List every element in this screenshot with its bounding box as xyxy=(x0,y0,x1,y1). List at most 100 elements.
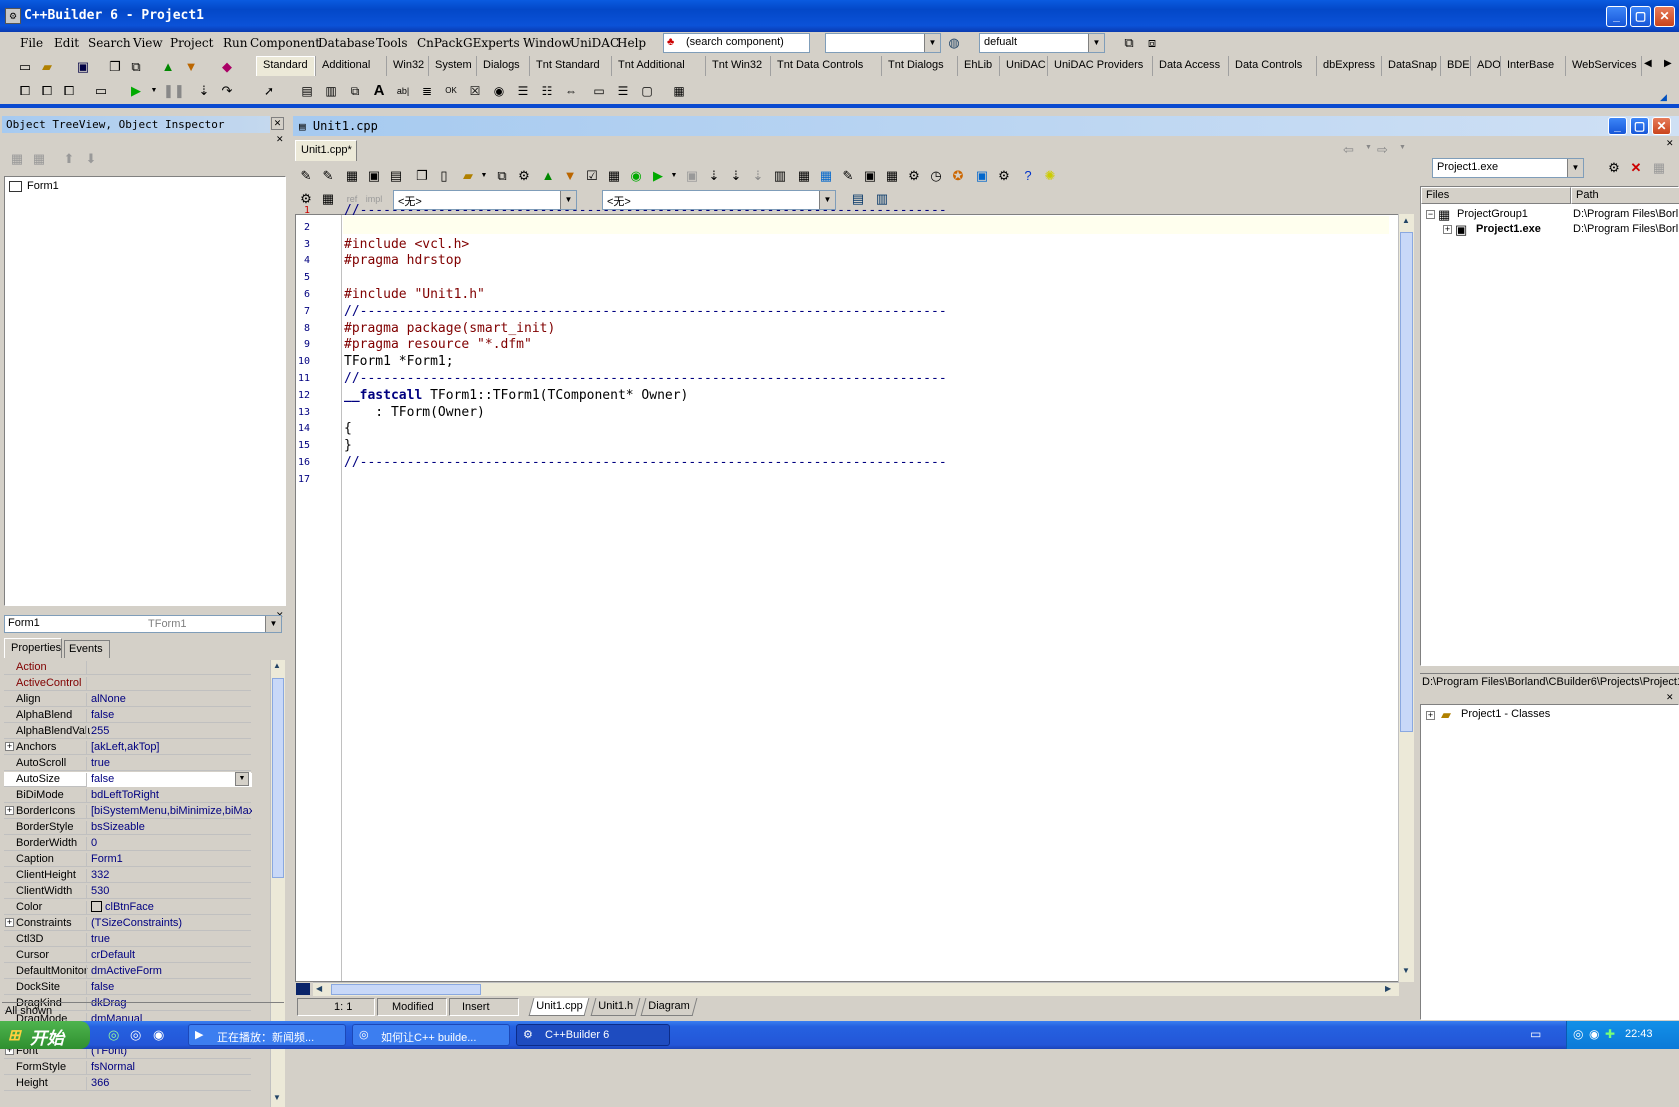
property-value[interactable]: fsNormal xyxy=(86,1061,252,1075)
delete-item-icon[interactable]: ▦ xyxy=(30,150,48,168)
set-debug-desktop-icon[interactable]: ⧈ xyxy=(1143,34,1161,52)
cnpack-icon-18[interactable]: ⇣ xyxy=(749,167,767,185)
property-value[interactable]: 530 xyxy=(86,885,252,899)
palette-tab-tnt-standard[interactable]: Tnt Standard xyxy=(529,56,606,76)
code-line[interactable]: //--------------------------------------… xyxy=(344,203,947,221)
palette-tab-dbexpress[interactable]: dbExpress xyxy=(1316,56,1381,76)
tab-properties[interactable]: Properties xyxy=(4,638,62,658)
property-value[interactable]: false xyxy=(86,709,252,723)
menu-component[interactable]: Component xyxy=(250,36,320,50)
class-list-icon[interactable]: ▦ xyxy=(319,190,337,208)
cnpack-icon-4[interactable]: ▣ xyxy=(365,167,383,185)
menu-database[interactable]: Database xyxy=(318,36,375,50)
combobox-icon[interactable]: ☷ xyxy=(536,79,558,101)
property-row[interactable]: DockSite false xyxy=(4,980,251,995)
cnpack-icon-28[interactable]: ⚙ xyxy=(995,167,1013,185)
desktop-combo[interactable]: defualt ▼ xyxy=(979,33,1105,53)
property-row[interactable]: BorderWidth 0 xyxy=(4,836,251,851)
help-book-icon[interactable]: ◆ xyxy=(218,58,236,76)
task-cbuilder[interactable]: ⚙ C++Builder 6 xyxy=(516,1024,670,1046)
property-value[interactable]: dmActiveForm xyxy=(86,965,252,979)
toggle-form-unit-icon[interactable]: ⧠ xyxy=(60,82,78,100)
search-component-combo[interactable]: ♣ (search component) xyxy=(663,33,810,53)
code-line[interactable]: //--------------------------------------… xyxy=(344,304,947,322)
scroll-down-icon[interactable]: ▼ xyxy=(273,1093,281,1102)
tab-events[interactable]: Events xyxy=(64,640,110,658)
property-row[interactable]: Caption Form1 xyxy=(4,852,251,867)
property-value[interactable]: false xyxy=(86,981,252,995)
menu-project[interactable]: Project xyxy=(170,36,213,50)
pause-icon[interactable]: ❚❚ xyxy=(163,82,185,100)
cnpack-icon-1[interactable]: ✎ xyxy=(297,167,315,185)
chevron-down-icon[interactable]: ▼ xyxy=(665,167,683,185)
tray-icon-3[interactable]: ✚ xyxy=(1605,1027,1615,1041)
property-row[interactable]: Action xyxy=(4,660,251,675)
palette-tab-dialogs[interactable]: Dialogs xyxy=(476,56,526,76)
actionlist-icon[interactable]: ▦ xyxy=(668,79,690,101)
property-row[interactable]: AutoSize false ▼ xyxy=(4,772,252,787)
property-value[interactable]: clBtnFace xyxy=(86,901,252,915)
editor-maximize-button[interactable]: ▢ xyxy=(1630,117,1649,135)
property-value[interactable] xyxy=(86,661,252,675)
palette-tab-webservices[interactable]: WebServices xyxy=(1565,56,1643,76)
code-line[interactable]: //--------------------------------------… xyxy=(344,371,947,389)
add-to-project-icon[interactable]: ▲ xyxy=(159,58,177,76)
collapse-icon[interactable]: − xyxy=(1426,210,1435,219)
property-row[interactable]: + BorderIcons [biSystemMenu,biMinimize,biM… xyxy=(4,804,252,819)
expand-icon[interactable]: + xyxy=(5,806,14,815)
property-row[interactable]: AlphaBlendValu 255 xyxy=(4,724,251,739)
cnpack-icon-2[interactable]: ✎ xyxy=(319,167,337,185)
property-value[interactable]: bdLeftToRight xyxy=(86,789,252,803)
cnpack-icon-20[interactable]: ▦ xyxy=(795,167,813,185)
code-line[interactable]: : TForm(Owner) xyxy=(344,405,485,423)
menu-view[interactable]: View xyxy=(133,36,163,50)
property-row[interactable]: BiDiMode bdLeftToRight xyxy=(4,788,251,803)
move-up-icon[interactable]: ⬆ xyxy=(60,150,78,168)
property-value[interactable]: true xyxy=(86,757,252,771)
property-row[interactable]: AutoScroll true xyxy=(4,756,251,771)
chevron-down-icon[interactable]: ▼ xyxy=(475,167,493,185)
menu-edit[interactable]: Edit xyxy=(54,36,79,50)
view-unit-icon[interactable]: ⧠ xyxy=(16,82,34,100)
property-row[interactable]: AlphaBlend false xyxy=(4,708,251,723)
save-icon[interactable]: ▣ xyxy=(74,58,92,76)
tray-icon-1[interactable]: ◎ xyxy=(1573,1027,1583,1041)
scroll-up-icon[interactable]: ▲ xyxy=(1402,216,1410,225)
save-all-icon[interactable]: ❐ xyxy=(106,58,124,76)
palette-tab-tnt-dialogs[interactable]: Tnt Dialogs xyxy=(881,56,950,76)
treeview-close-icon[interactable]: ✕ xyxy=(276,134,284,145)
project-combo[interactable]: Project1.exe ▼ xyxy=(1432,158,1584,178)
scrollbar-icon[interactable]: ⇔ xyxy=(560,79,582,101)
editor-minimize-button[interactable]: _ xyxy=(1608,117,1627,135)
code-line[interactable]: #pragma package(smart_init) xyxy=(344,321,555,339)
cnpack-icon-22[interactable]: ✎ xyxy=(839,167,857,185)
quicklaunch-icon-2[interactable]: ◎ xyxy=(130,1027,141,1043)
code-line[interactable]: TForm1 *Form1; xyxy=(344,354,454,372)
new-icon[interactable]: ▭ xyxy=(16,58,34,76)
code-line[interactable]: #pragma resource "*.dfm" xyxy=(344,337,532,355)
step-over-icon[interactable]: ↷ xyxy=(218,82,236,100)
menu-run[interactable]: Run xyxy=(223,36,248,50)
scroll-right-icon[interactable]: ▶ xyxy=(1385,984,1391,993)
chevron-down-icon[interactable]: ▼ xyxy=(235,772,249,786)
help-icon[interactable]: ? xyxy=(1019,167,1037,185)
menu-help[interactable]: Help xyxy=(617,36,646,50)
property-row[interactable]: ClientWidth 530 xyxy=(4,884,251,899)
object-selector[interactable]: Form1 TForm1 ▼ xyxy=(4,615,282,633)
checkbox-icon[interactable]: ☒ xyxy=(464,79,486,101)
property-value[interactable]: 0 xyxy=(86,837,252,851)
cnpack-icon-9[interactable]: ⚙ xyxy=(515,167,533,185)
tab-unit1-cpp[interactable]: Unit1.cpp* xyxy=(295,140,357,161)
tray-icon-2[interactable]: ◉ xyxy=(1589,1027,1599,1041)
cnpack-icon-15[interactable]: ▣ xyxy=(683,167,701,185)
cnpack-icon-16[interactable]: ⇣ xyxy=(705,167,723,185)
move-down-icon[interactable]: ⬇ xyxy=(82,150,100,168)
cnpack-icon-19[interactable]: ▥ xyxy=(771,167,789,185)
property-value[interactable]: alNone xyxy=(86,693,252,707)
property-value[interactable]: 255 xyxy=(86,725,252,739)
new-form-icon[interactable]: ▭ xyxy=(92,82,110,100)
bottom-tab-unit1-h[interactable]: Unit1.h xyxy=(590,998,641,1016)
view-form-icon[interactable]: ⧠ xyxy=(38,82,56,100)
palette-tab-additional[interactable]: Additional xyxy=(315,56,376,76)
groupbox-icon[interactable]: ▭ xyxy=(588,79,610,101)
